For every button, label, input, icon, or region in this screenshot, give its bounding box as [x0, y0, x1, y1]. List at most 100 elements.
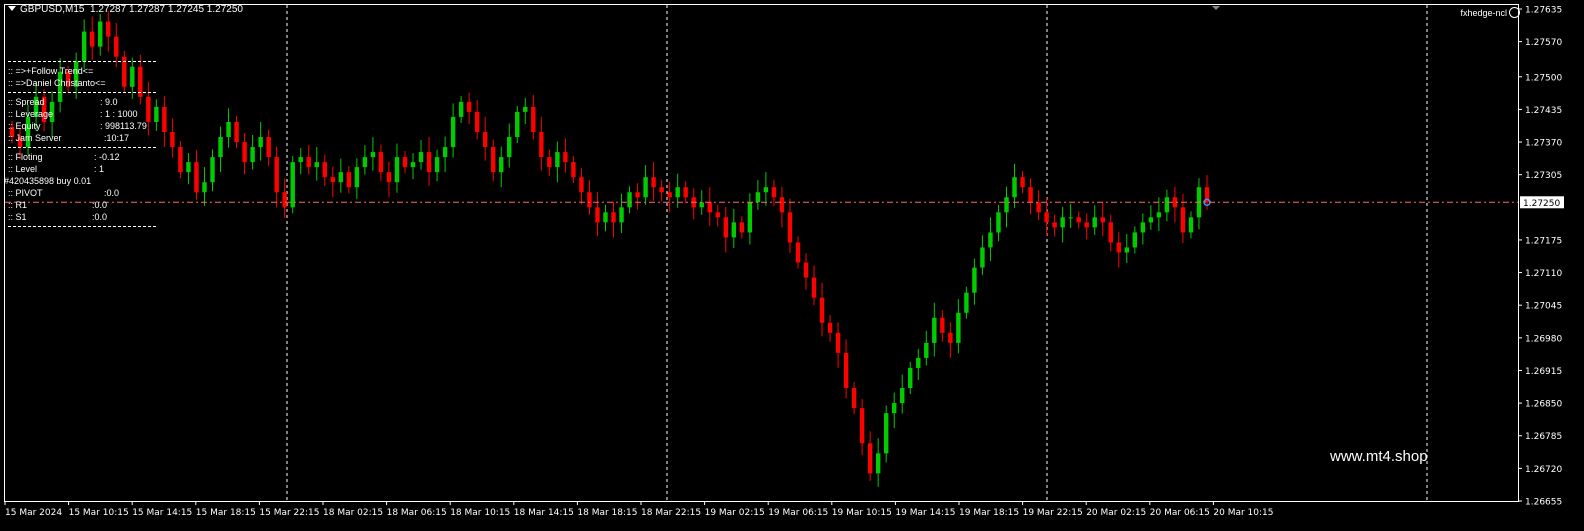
candle-body — [106, 21, 111, 37]
candle — [1196, 178, 1202, 230]
candle-body — [924, 342, 929, 358]
y-tick-label: 1.27500 — [1525, 73, 1562, 83]
candle — [290, 156, 295, 214]
time-axis[interactable]: 15 Mar 2024 15 Mar 10:15 15 Mar 14:15 15 Ma… — [4, 501, 1273, 518]
y-tick-label: 1.27370 — [1525, 139, 1562, 149]
candle — [972, 258, 977, 305]
candle-body — [1012, 177, 1017, 198]
candle-body — [980, 247, 985, 268]
dropdown-triangle-icon[interactable] — [8, 6, 16, 11]
candle — [314, 147, 319, 181]
candle — [964, 286, 969, 319]
candle — [1052, 214, 1057, 237]
candle-body — [362, 157, 368, 168]
panel-divider — [8, 92, 156, 93]
candle — [1004, 186, 1009, 228]
candle — [170, 118, 175, 158]
candle-body — [1180, 207, 1186, 233]
candle — [739, 216, 745, 239]
smiley-icon — [1509, 7, 1520, 18]
candle-body — [771, 187, 777, 198]
candle-body — [218, 137, 223, 158]
time-grid — [286, 5, 1428, 501]
candle-body — [306, 157, 311, 168]
candle-body — [900, 388, 905, 404]
candle — [555, 141, 560, 183]
candle — [202, 167, 207, 206]
candle — [1076, 211, 1081, 229]
candle — [587, 180, 592, 215]
candle — [507, 123, 512, 168]
candle-body — [707, 202, 712, 213]
candle — [410, 153, 416, 180]
candle-body — [1020, 177, 1025, 188]
current-price-label: 1.27250 — [1523, 199, 1560, 209]
candle-body — [242, 142, 247, 163]
candle — [242, 133, 247, 175]
y-tick-label: 1.26785 — [1525, 432, 1562, 442]
candle — [1148, 205, 1154, 230]
candle — [178, 141, 183, 179]
candle — [603, 204, 608, 232]
candle-body — [1044, 212, 1049, 223]
candle-body — [1116, 242, 1121, 253]
candle-body — [1108, 222, 1113, 243]
panel-row-server-time: :: Jam Server:10:17 — [8, 133, 130, 143]
candle — [1020, 171, 1025, 194]
candle-body — [547, 157, 552, 168]
candle-body — [964, 292, 969, 313]
candle — [659, 179, 664, 202]
candle — [787, 198, 793, 253]
panel-title-1: :: =>+Follow Trend<= — [8, 66, 94, 76]
candle — [338, 158, 344, 193]
candle-body — [619, 207, 624, 223]
candle-body — [274, 157, 279, 193]
candle-body — [186, 162, 191, 173]
candle-body — [611, 212, 616, 223]
x-tick-label: 20 Mar 06:15 — [1150, 508, 1210, 518]
ea-info-panel: :: =>+Follow Trend<= :: =>Daniel Christa… — [4, 58, 156, 230]
candle — [539, 116, 544, 171]
candle-body — [867, 443, 873, 474]
candle-body — [507, 137, 512, 158]
candle — [635, 183, 640, 210]
chart-header: GBPUSD,M15 1.27287 1.27287 1.27245 1.272… — [8, 4, 243, 15]
y-tick-label: 1.26720 — [1525, 465, 1562, 475]
panel-row-r1: :: R1:0.0 — [8, 200, 108, 210]
candle-body — [1028, 187, 1033, 203]
candle — [226, 108, 231, 148]
candle-body — [755, 192, 761, 203]
candle — [571, 156, 576, 184]
candle-body — [499, 157, 504, 173]
candle — [595, 192, 600, 236]
candle — [827, 315, 833, 342]
candle-body — [1004, 197, 1009, 213]
candle — [1180, 193, 1186, 243]
candle-body — [948, 332, 953, 343]
candle-body — [474, 111, 480, 132]
chart-shift-icon[interactable] — [1212, 6, 1220, 10]
panel-order: #420435898 buy 0.01 — [4, 176, 92, 186]
candle — [298, 148, 303, 175]
candle — [875, 438, 881, 487]
candle-body — [194, 162, 199, 193]
candle — [883, 405, 889, 463]
candle-body — [996, 212, 1001, 233]
candle — [1188, 211, 1194, 239]
candle — [547, 149, 552, 177]
x-tick-label: 15 Mar 14:15 — [132, 508, 192, 518]
candle — [916, 348, 921, 381]
candle-body — [635, 192, 640, 198]
candle-body — [170, 132, 175, 148]
candle-body — [282, 192, 287, 208]
candle — [1044, 197, 1049, 236]
candle-body — [988, 232, 993, 248]
candle — [811, 265, 817, 306]
candle — [779, 186, 785, 228]
price-axis[interactable]: 1.27635 1.27570 1.27500 1.27435 1.27370 1.273… — [1518, 6, 1564, 508]
candle — [611, 201, 616, 238]
x-tick-label: 19 Mar 14:15 — [895, 508, 955, 518]
candle — [186, 153, 191, 185]
candle-body — [226, 121, 231, 138]
candle — [908, 361, 913, 395]
